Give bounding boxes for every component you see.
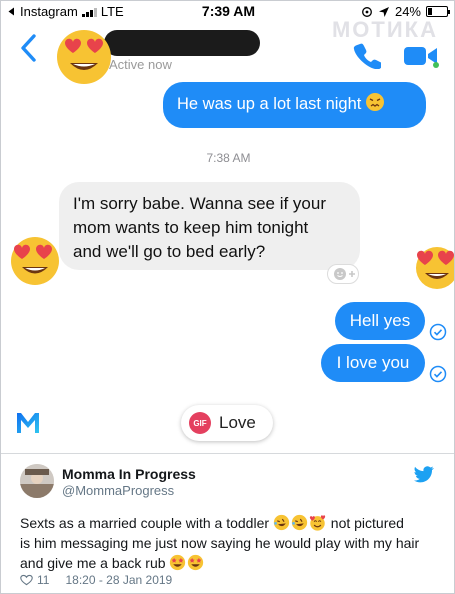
like-heart-icon[interactable] <box>20 574 33 586</box>
tweet-meta: 11 18:20 - 28 Jan 2019 <box>20 573 172 587</box>
message-timestamp: 7:38 AM <box>206 151 251 165</box>
heart-eyes-emoji-icon <box>57 30 111 84</box>
gif-suggestion-button[interactable]: GIF Love <box>181 405 273 441</box>
contact-name-redacted <box>104 30 260 56</box>
video-camera-icon[interactable] <box>403 43 439 69</box>
tweet-text-segment: and give me a back rub <box>20 555 166 571</box>
messenger-m-icon[interactable] <box>15 411 41 435</box>
tweet-author-handle[interactable]: @MommaProgress <box>62 483 174 498</box>
gif-label: Love <box>219 413 256 432</box>
location-arrow-icon <box>378 6 389 17</box>
avatar[interactable] <box>20 464 54 498</box>
message-text: He was up a lot last night <box>177 95 362 113</box>
tweet-text-segment: not pictured <box>330 515 404 531</box>
rolling-laughing-emoji-icon <box>273 514 290 531</box>
message-text: Hell yes <box>349 311 411 330</box>
message-bubble-incoming[interactable]: I'm sorry babe. Wanna see if your mom wa… <box>59 182 360 270</box>
add-reaction-icon <box>334 268 355 280</box>
confounded-face-emoji-icon <box>366 93 385 111</box>
active-status: Active now <box>109 57 172 72</box>
delivered-check-icon <box>429 365 447 383</box>
tweet-timestamp[interactable]: 18:20 - 28 Jan 2019 <box>65 573 172 587</box>
star-struck-emoji-icon <box>170 554 186 571</box>
message-line: I'm sorry babe. Wanna see if your <box>73 194 326 213</box>
chat-header: Active now <box>1 21 454 84</box>
battery-icon <box>426 6 450 17</box>
back-chevron-icon[interactable] <box>17 33 41 63</box>
battery-fill <box>428 8 432 15</box>
twitter-bird-icon[interactable] <box>414 466 434 483</box>
add-reaction-button[interactable] <box>327 264 359 284</box>
gif-badge: GIF <box>189 412 211 434</box>
screenshot-frame: Instagram LTE 7:39 AM 24% МОТИКА Active … <box>0 0 455 594</box>
tweet-author-name[interactable]: Momma In Progress <box>62 466 196 482</box>
messenger-screen: Instagram LTE 7:39 AM 24% МОТИКА Active … <box>1 1 454 453</box>
message-bubble-outgoing[interactable]: Hell yes <box>335 302 425 340</box>
message-text: I love you <box>336 353 410 372</box>
message-line: mom wants to keep him tonight <box>73 218 309 237</box>
tweet-text-segment: is him messaging me just now saying he w… <box>20 535 420 551</box>
heart-eyes-emoji-icon <box>11 237 59 285</box>
star-struck-emoji-icon <box>188 554 204 571</box>
tweet-text: Sexts as a married couple with a toddler… <box>20 513 440 573</box>
message-bubble-outgoing[interactable]: I love you <box>321 344 425 382</box>
like-count: 11 <box>37 573 50 587</box>
rolling-laughing-emoji-icon <box>291 514 308 531</box>
heart-eyes-emoji-icon <box>416 247 454 289</box>
profile-photo-icon <box>20 464 54 498</box>
phone-icon[interactable] <box>353 41 381 69</box>
delivered-check-icon <box>429 323 447 341</box>
message-line: and we'll go to bed early? <box>73 242 266 261</box>
orientation-lock-icon <box>362 6 372 17</box>
smiling-face-with-hearts-emoji-icon <box>309 515 326 531</box>
tweet-text-segment: Sexts as a married couple with a toddler <box>20 515 270 531</box>
message-bubble-outgoing[interactable]: He was up a lot last night <box>163 82 426 128</box>
tweet-card: Momma In Progress @MommaProgress Sexts a… <box>1 453 454 593</box>
